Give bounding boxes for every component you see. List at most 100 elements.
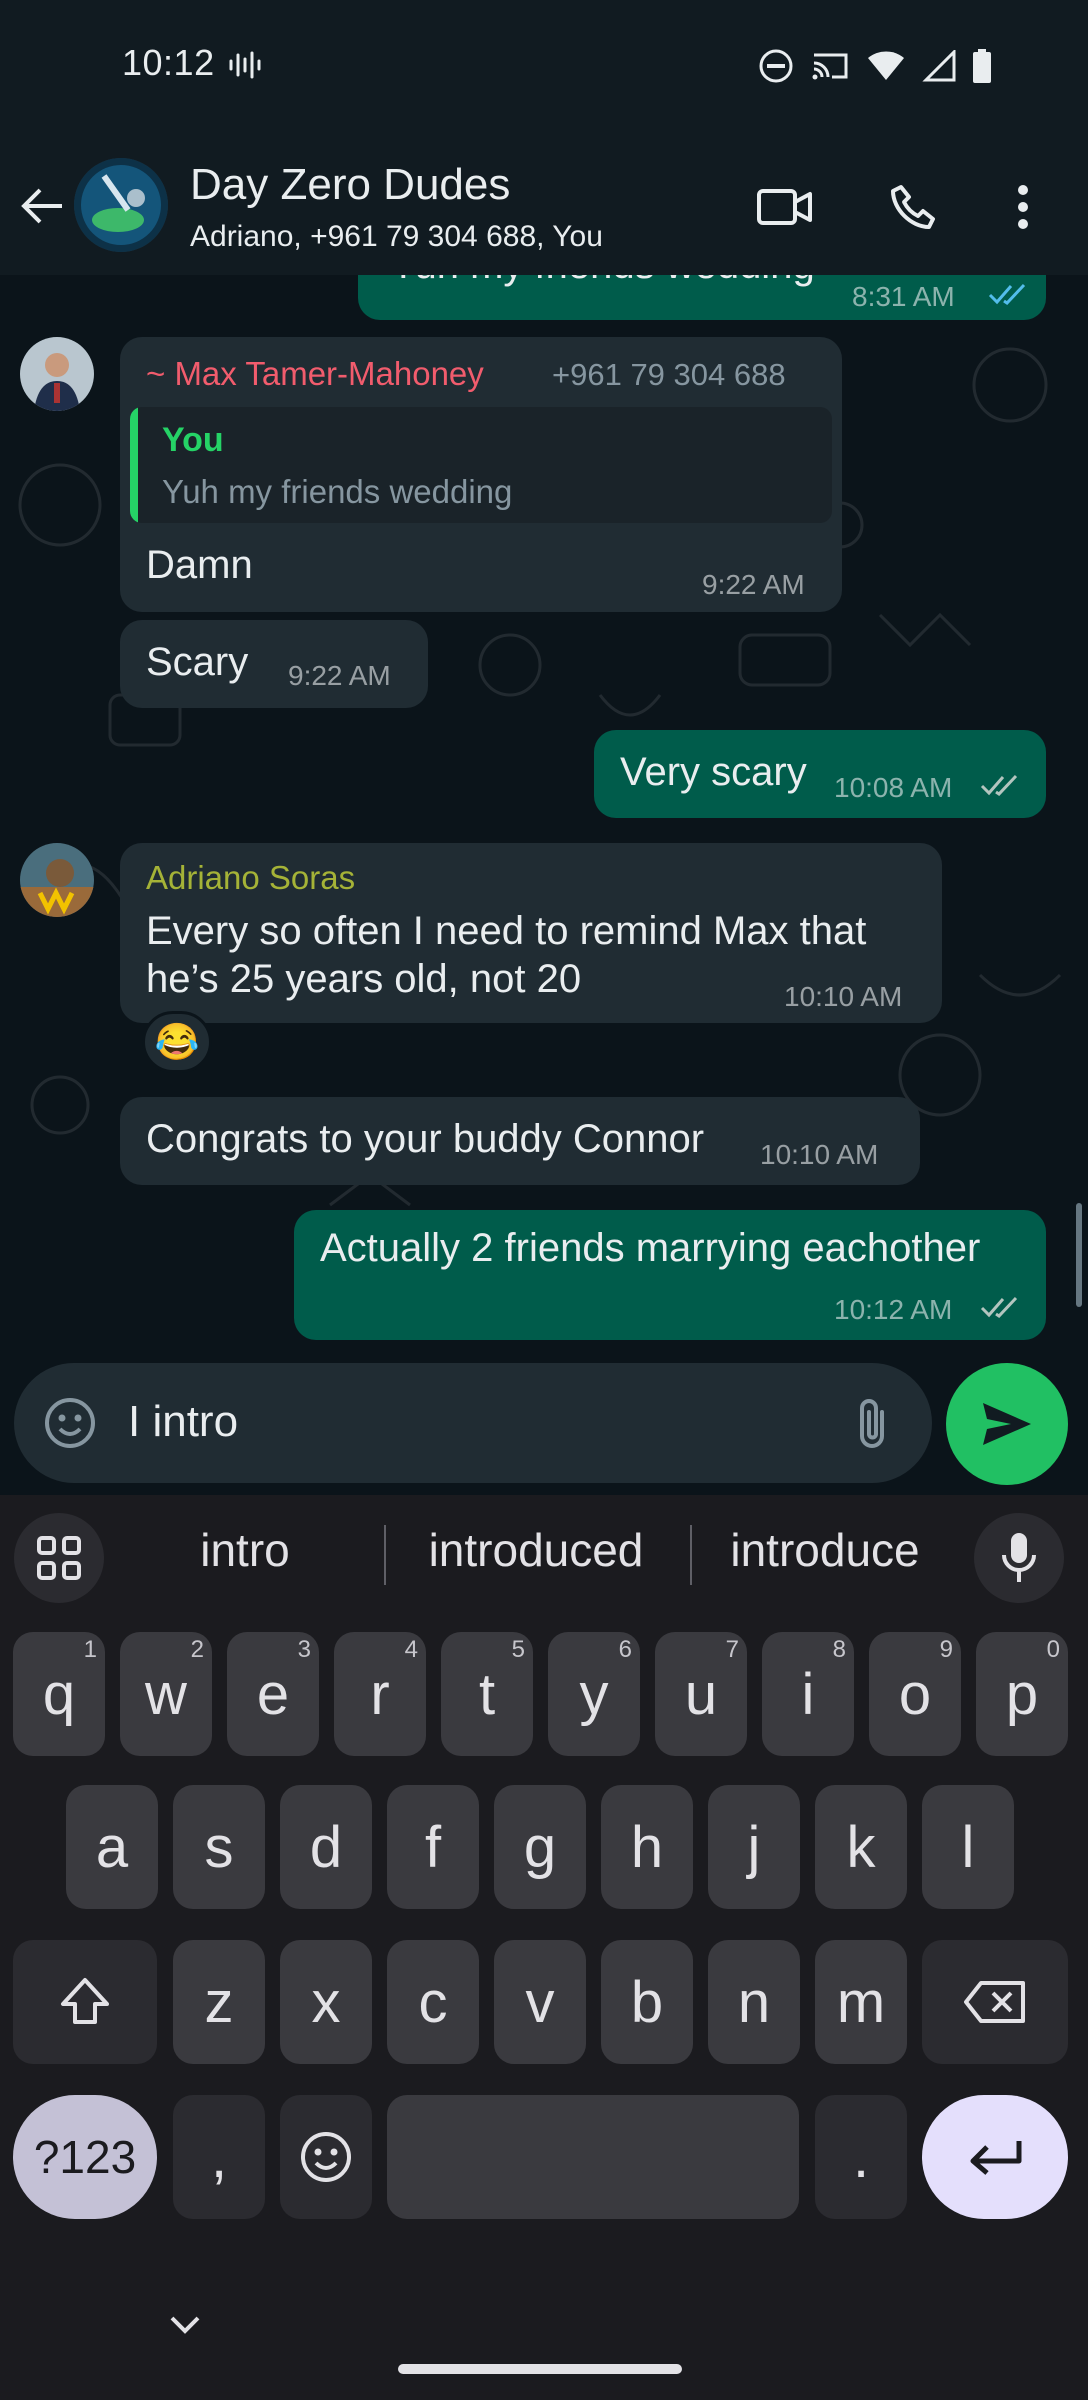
- quote-author: You: [162, 421, 224, 459]
- quote-text: Yuh my friends wedding: [162, 473, 513, 510]
- key-label: w: [145, 1661, 187, 1727]
- group-members[interactable]: Adriano, +961 79 304 688, You: [190, 220, 603, 254]
- key-hint: 6: [618, 1636, 632, 1663]
- key-j[interactable]: j: [708, 1785, 800, 1909]
- voice-input-button[interactable]: [974, 1513, 1064, 1603]
- top-bar: 10:12 Day Zero Dudes Adriano, +961 79 30…: [0, 0, 1088, 280]
- space-key[interactable]: [387, 2095, 799, 2219]
- key-label: u: [684, 1661, 718, 1727]
- message-incoming[interactable]: Congrats to your buddy Connor 10:10 AM: [120, 1097, 920, 1185]
- reaction-badge[interactable]: 😂: [142, 1011, 212, 1073]
- laughing-emoji-icon: 😂: [154, 1021, 200, 1062]
- video-call-button[interactable]: [750, 172, 820, 242]
- key-v[interactable]: v: [494, 1940, 586, 2064]
- key-hint: 4: [404, 1636, 418, 1663]
- send-button[interactable]: [946, 1363, 1068, 1485]
- hide-keyboard-button[interactable]: [160, 2300, 210, 2350]
- message-incoming[interactable]: Adriano Soras Every so often I need to r…: [120, 843, 942, 1023]
- message-time: 10:08 AM: [834, 772, 953, 803]
- message-outgoing[interactable]: Yuh my friends wedding 8:31 AM: [358, 275, 1046, 320]
- key-b[interactable]: b: [601, 1940, 693, 2064]
- wifi-icon: [866, 50, 906, 87]
- key-m[interactable]: m: [815, 1940, 907, 2064]
- key-hint: 2: [190, 1636, 204, 1663]
- phone-icon: [891, 185, 935, 229]
- message-incoming[interactable]: Scary 9:22 AM: [120, 620, 428, 708]
- battery-icon: [972, 49, 992, 88]
- sender-name[interactable]: Adriano Soras: [146, 859, 355, 897]
- sender-name[interactable]: ~ Max Tamer-Mahoney: [146, 355, 484, 393]
- message-incoming[interactable]: ~ Max Tamer-Mahoney +961 79 304 688 You …: [120, 337, 842, 612]
- key-h[interactable]: h: [601, 1785, 693, 1909]
- key-w[interactable]: w2: [120, 1632, 212, 1756]
- chat-header: Day Zero Dudes Adriano, +961 79 304 688,…: [0, 140, 1088, 270]
- group-avatar[interactable]: [74, 158, 168, 252]
- delivered-receipt-icon: [980, 774, 1018, 796]
- key-l[interactable]: l: [922, 1785, 1014, 1909]
- key-s[interactable]: s: [173, 1785, 265, 1909]
- message-outgoing[interactable]: Very scary 10:08 AM: [594, 730, 1046, 818]
- suggestion-item[interactable]: intro: [160, 1523, 330, 1577]
- more-options-button[interactable]: [988, 172, 1058, 242]
- back-button[interactable]: [14, 178, 70, 234]
- key-u[interactable]: u7: [655, 1632, 747, 1756]
- key-hint: 9: [939, 1636, 953, 1663]
- status-time: 10:12: [122, 42, 215, 83]
- key-k[interactable]: k: [815, 1785, 907, 1909]
- suggestion-bar: intro introduced introduce: [0, 1495, 1088, 1615]
- symbols-key[interactable]: ?123: [13, 2095, 157, 2219]
- key-o[interactable]: o9: [869, 1632, 961, 1756]
- key-t[interactable]: t5: [441, 1632, 533, 1756]
- shift-key[interactable]: [13, 1940, 157, 2064]
- comma-key[interactable]: ,: [173, 2095, 265, 2219]
- scrollbar-thumb[interactable]: [1076, 1203, 1082, 1307]
- key-p[interactable]: p0: [976, 1632, 1068, 1756]
- key-z[interactable]: z: [173, 1940, 265, 2064]
- whatsapp-chat-screen: 10:12 Day Zero Dudes Adriano, +961 79 30…: [0, 0, 1088, 2400]
- message-list[interactable]: Yuh my friends wedding 8:31 AM ~ Max Tam…: [0, 275, 1088, 1495]
- key-label: k: [846, 1814, 876, 1880]
- key-f[interactable]: f: [387, 1785, 479, 1909]
- key-r[interactable]: r4: [334, 1632, 426, 1756]
- gesture-handle[interactable]: [398, 2364, 682, 2374]
- enter-key[interactable]: [922, 2095, 1068, 2219]
- backspace-key[interactable]: [922, 1940, 1068, 2064]
- microphone-icon: [1002, 1533, 1036, 1582]
- group-title[interactable]: Day Zero Dudes: [190, 160, 510, 210]
- suggestion-item[interactable]: introduce: [704, 1523, 946, 1577]
- key-i[interactable]: i8: [762, 1632, 854, 1756]
- suggestion-divider: [384, 1525, 386, 1585]
- key-x[interactable]: x: [280, 1940, 372, 2064]
- voice-call-button[interactable]: [878, 172, 948, 242]
- keyboard-menu-button[interactable]: [14, 1513, 104, 1603]
- key-q[interactable]: q1: [13, 1632, 105, 1756]
- smiley-icon: [45, 1398, 95, 1448]
- quoted-message[interactable]: You Yuh my friends wedding: [130, 407, 832, 523]
- key-d[interactable]: d: [280, 1785, 372, 1909]
- key-n[interactable]: n: [708, 1940, 800, 2064]
- send-arrow-icon: [983, 1403, 1031, 1445]
- key-a[interactable]: a: [66, 1785, 158, 1909]
- attach-button[interactable]: [842, 1393, 902, 1453]
- period-key[interactable]: .: [815, 2095, 907, 2219]
- emoji-key[interactable]: [280, 2095, 372, 2219]
- message-outgoing[interactable]: Actually 2 friends marrying eachother 10…: [294, 1210, 1046, 1340]
- key-hint: 0: [1046, 1636, 1060, 1663]
- backspace-icon: [964, 1981, 1025, 2023]
- key-label: ?123: [33, 2131, 137, 2183]
- message-time: 10:10 AM: [784, 981, 903, 1012]
- key-label: .: [852, 2124, 870, 2190]
- key-e[interactable]: e3: [227, 1632, 319, 1756]
- key-g[interactable]: g: [494, 1785, 586, 1909]
- sender-avatar[interactable]: [20, 843, 94, 917]
- key-label: l: [961, 1814, 975, 1880]
- suggestion-item[interactable]: introduced: [400, 1523, 672, 1577]
- emoji-button[interactable]: [40, 1393, 100, 1453]
- sender-avatar[interactable]: [20, 337, 94, 411]
- message-composer[interactable]: I intro: [14, 1363, 932, 1483]
- message-text: Actually 2 friends marrying eachother: [320, 1226, 981, 1270]
- key-c[interactable]: c: [387, 1940, 479, 2064]
- message-input[interactable]: I intro: [128, 1397, 238, 1447]
- key-y[interactable]: y6: [548, 1632, 640, 1756]
- message-text: Congrats to your buddy Connor: [146, 1117, 705, 1161]
